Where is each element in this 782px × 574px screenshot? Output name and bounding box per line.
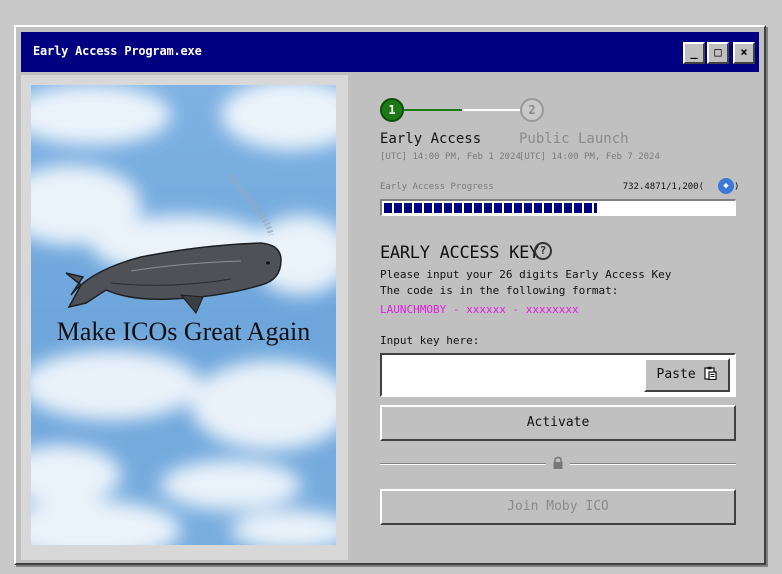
key-instructions-1: Please input your 26 digits Early Access… — [380, 268, 672, 281]
step-connector-pending — [462, 109, 520, 111]
key-input-label: Input key here: — [380, 334, 480, 347]
key-input-container: Paste — [380, 353, 736, 397]
minimize-button[interactable]: _ — [683, 42, 705, 64]
progress-value-close: ) — [734, 182, 740, 192]
progress-bar — [380, 199, 736, 216]
slogan-text: Make ICOs Great Again — [56, 317, 311, 346]
close-button[interactable]: × — [733, 42, 755, 64]
progress-bar-fill — [384, 203, 598, 213]
help-icon[interactable]: ? — [534, 242, 552, 260]
sky-artwork: Make ICOs Great Again — [31, 85, 336, 545]
key-input[interactable] — [384, 357, 642, 393]
artwork-panel: Make ICOs Great Again — [21, 75, 348, 560]
step-1-time: [UTC] 14:00 PM, Feb 1 2024 — [380, 152, 521, 162]
key-instructions-2: The code is in the following format: — [380, 284, 619, 297]
sky-clouds-image — [31, 85, 336, 545]
access-panel: 1 2 Early Access Public Launch [UTC] 14:… — [362, 75, 752, 560]
progress-label: Early Access Progress — [380, 182, 494, 192]
progress-value: 732.4871/1,200( — [622, 182, 704, 192]
step-2-time: [UTC] 14:00 PM, Feb 7 2024 — [519, 152, 660, 162]
activate-button[interactable]: Activate — [380, 405, 736, 441]
join-ico-button[interactable]: Join Moby ICO — [380, 489, 736, 525]
step-1-indicator: 1 — [380, 98, 404, 122]
step-connector-complete — [404, 109, 462, 111]
paste-button[interactable]: Paste — [644, 358, 730, 392]
eth-icon: ◆ — [718, 178, 734, 194]
divider-right — [570, 463, 736, 465]
app-window: Early Access Program.exe _ □ × Make ICOs… — [14, 25, 766, 565]
lock-icon — [553, 456, 563, 469]
step-2-indicator: 2 — [520, 98, 544, 122]
key-section-title: EARLY ACCESS KEY — [380, 243, 539, 263]
step-1-title: Early Access — [380, 131, 482, 147]
window-title: Early Access Program.exe — [33, 44, 202, 58]
paste-button-label: Paste — [656, 367, 696, 382]
clipboard-icon — [704, 366, 718, 381]
key-format-example: LAUNCHMOBY - xxxxxx - xxxxxxxx — [380, 303, 579, 316]
title-bar[interactable]: Early Access Program.exe _ □ × — [21, 32, 759, 72]
step-2-title: Public Launch — [519, 131, 629, 147]
maximize-button[interactable]: □ — [707, 42, 729, 64]
divider-left — [380, 463, 546, 465]
